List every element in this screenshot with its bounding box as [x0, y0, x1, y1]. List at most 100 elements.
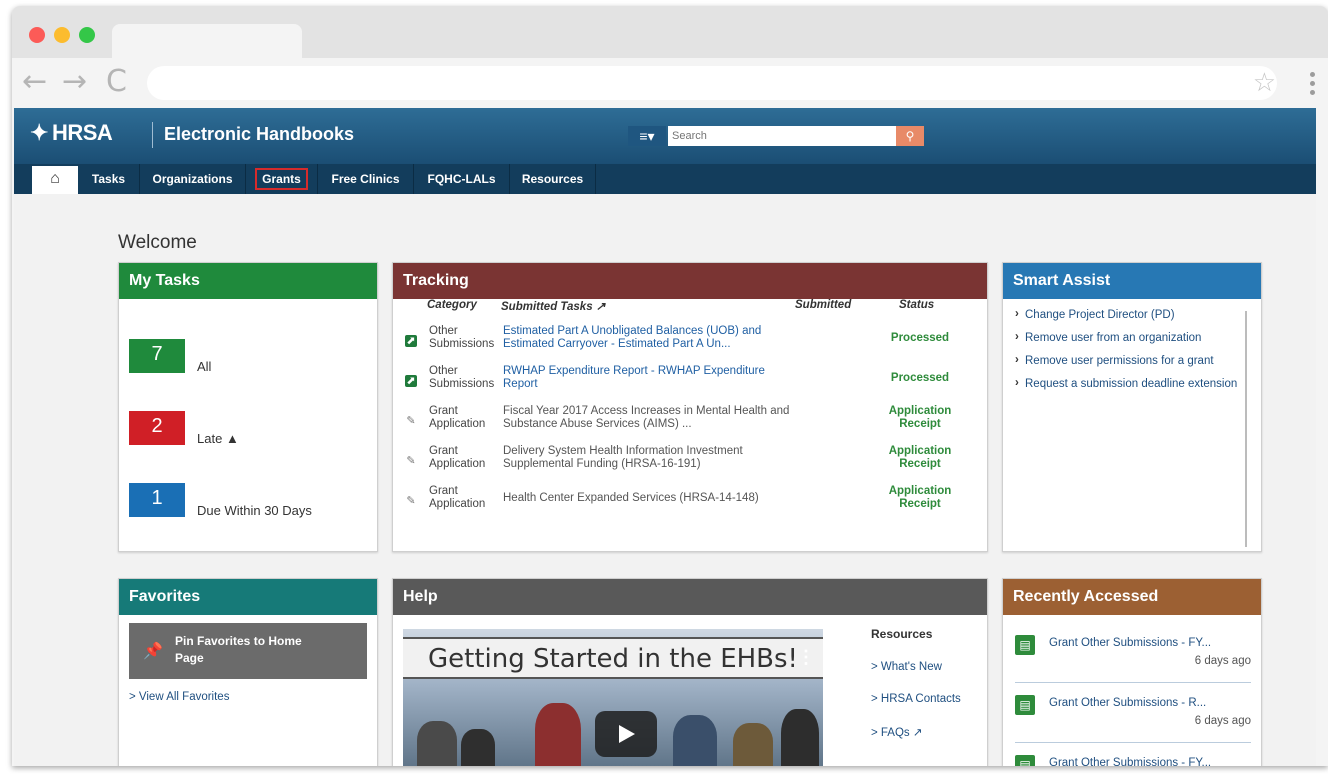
recent-item[interactable]: ▤ Grant Other Submissions - R... 6 days … [1015, 691, 1251, 743]
processed-icon: ⬈ [405, 375, 417, 387]
close-window-button[interactable] [29, 27, 45, 43]
smart-assist-link[interactable]: Change Project Director (PD) [1015, 308, 1249, 322]
recent-item-title[interactable]: Grant Other Submissions - FY... [1049, 637, 1211, 649]
reload-icon[interactable]: C [106, 64, 127, 99]
search-button[interactable]: ⚲ [896, 126, 924, 146]
due-label[interactable]: Due Within 30 Days [197, 503, 312, 518]
table-row: ⬈ Other Submissions RWHAP Expenditure Re… [405, 365, 975, 405]
nav-label: Grants [255, 168, 308, 190]
recent-item-title[interactable]: Grant Other Submissions - FY... [1049, 757, 1211, 766]
forward-arrow-icon[interactable]: → [62, 64, 87, 99]
app-header: ✦HRSA Electronic Handbooks ≡▾ ⚲ [14, 108, 1316, 164]
smart-assist-link[interactable]: Remove user from an organization [1015, 331, 1249, 345]
bookmark-star-icon[interactable]: ☆ [1253, 68, 1276, 98]
faqs-link[interactable]: > FAQs ↗ [871, 725, 923, 739]
col-label: Submitted Tasks [501, 301, 593, 313]
view-all-favorites-link[interactable]: > View All Favorites [129, 691, 229, 703]
search-input[interactable] [668, 126, 896, 146]
document-icon: ▤ [1015, 635, 1035, 655]
tracking-panel: Tracking Category Submitted Tasks ↗ Subm… [392, 262, 988, 552]
nav-fqhc-lals[interactable]: FQHC-LALs [414, 164, 510, 194]
person-figure [461, 729, 495, 766]
late-label[interactable]: Late ▲ [197, 431, 239, 446]
minimize-window-button[interactable] [54, 27, 70, 43]
logo-divider [152, 122, 153, 148]
back-arrow-icon[interactable]: ← [22, 64, 47, 99]
table-header: Category Submitted Tasks ↗ Submitted Sta… [405, 299, 975, 319]
welcome-heading: Welcome [118, 232, 197, 253]
row-status: Application Receipt [888, 405, 952, 430]
maximize-window-button[interactable] [79, 27, 95, 43]
nav-grants[interactable]: Grants [246, 164, 318, 194]
search-scope-menu-icon[interactable]: ≡▾ [628, 126, 666, 146]
my-tasks-panel: My Tasks 7 All 2 Late ▲ 1 Due Within 30 … [118, 262, 378, 552]
col-category: Category [427, 299, 477, 311]
table-row: ✎ Grant Application Delivery System Heal… [405, 445, 975, 485]
nav-label: FQHC-LALs [427, 172, 496, 186]
video-title: Getting Started in the EHBs! [403, 637, 823, 679]
hrsa-logo[interactable]: ✦ HRSA [30, 120, 113, 146]
smart-assist-link[interactable]: Remove user permissions for a grant [1015, 354, 1249, 368]
person-figure [673, 715, 717, 766]
panel-title: Tracking [393, 263, 987, 299]
recent-item-title[interactable]: Grant Other Submissions - R... [1049, 697, 1206, 709]
help-video[interactable]: Getting Started in the EHBs! ⋮ [403, 629, 823, 766]
nav-free-clinics[interactable]: Free Clinics [318, 164, 414, 194]
browser-toolbar: ← → C ☆ [12, 58, 1328, 108]
row-task: Fiscal Year 2017 Access Increases in Men… [503, 405, 790, 430]
all-count[interactable]: 7 [129, 339, 185, 373]
nav-label: Free Clinics [331, 172, 400, 186]
person-figure [417, 721, 457, 766]
recent-item-time: 6 days ago [1194, 655, 1251, 667]
pin-favorites-button[interactable]: 📌 Pin Favorites to Home Page [129, 623, 367, 679]
pin-icon: 📌 [143, 643, 163, 660]
processed-icon: ⬈ [405, 335, 417, 347]
favorites-panel: Favorites 📌 Pin Favorites to Home Page >… [118, 578, 378, 766]
hrsa-contacts-link[interactable]: > HRSA Contacts [871, 693, 961, 705]
all-label[interactable]: All [197, 359, 211, 374]
help-panel: Help Getting Started in the EHBs! ⋮ Reso… [392, 578, 988, 766]
browser-tab[interactable] [112, 24, 302, 60]
whats-new-link[interactable]: > What's New [871, 661, 942, 673]
address-bar[interactable] [147, 66, 1277, 100]
nav-organizations[interactable]: Organizations [140, 164, 246, 194]
panel-title: Favorites [119, 579, 377, 615]
person-figure [535, 703, 581, 766]
eagle-icon: ✦ [30, 120, 48, 145]
smart-assist-link[interactable]: Request a submission deadline extension [1015, 377, 1249, 391]
col-submitted-tasks[interactable]: Submitted Tasks ↗ [501, 299, 605, 313]
person-figure [781, 709, 819, 766]
late-count[interactable]: 2 [129, 411, 185, 445]
app-title: Electronic Handbooks [164, 124, 355, 144]
browser-menu-icon[interactable] [1310, 72, 1316, 99]
row-task-link[interactable]: Estimated Part A Unobligated Balances (U… [503, 325, 793, 351]
table-row: ✎ Grant Application Fiscal Year 2017 Acc… [405, 405, 975, 445]
due-count[interactable]: 1 [129, 483, 185, 517]
smart-assist-panel: Smart Assist Change Project Director (PD… [1002, 262, 1262, 552]
row-category: Grant Application [429, 445, 486, 470]
row-status: Application Receipt [888, 485, 952, 510]
row-category: Grant Application [429, 405, 486, 430]
external-link-icon: ↗ [912, 727, 923, 739]
col-status: Status [899, 299, 935, 311]
recent-item[interactable]: ▤ Grant Other Submissions - FY... [1015, 751, 1251, 766]
recent-item-time: 6 days ago [1194, 715, 1251, 727]
home-tab[interactable]: ⌂ [32, 166, 78, 194]
warning-icon: ▲ [225, 431, 239, 446]
browser-titlebar [12, 6, 1328, 60]
nav-tasks[interactable]: Tasks [78, 164, 140, 194]
document-icon: ▤ [1015, 695, 1035, 715]
panel-title: My Tasks [119, 263, 377, 299]
recently-accessed-panel: Recently Accessed ▤ Grant Other Submissi… [1002, 578, 1262, 766]
edit-icon: ✎ [406, 495, 416, 507]
recent-item[interactable]: ▤ Grant Other Submissions - FY... 6 days… [1015, 631, 1251, 683]
play-button[interactable] [595, 711, 657, 757]
panel-title: Help [393, 579, 987, 615]
panel-title: Smart Assist [1003, 263, 1261, 299]
scrollbar[interactable] [1245, 311, 1247, 547]
nav-resources[interactable]: Resources [510, 164, 596, 194]
video-menu-icon[interactable]: ⋮ [797, 647, 815, 668]
row-task-link[interactable]: RWHAP Expenditure Report - RWHAP Expendi… [503, 365, 793, 391]
nav-label: Resources [521, 172, 584, 186]
person-figure [733, 723, 773, 766]
